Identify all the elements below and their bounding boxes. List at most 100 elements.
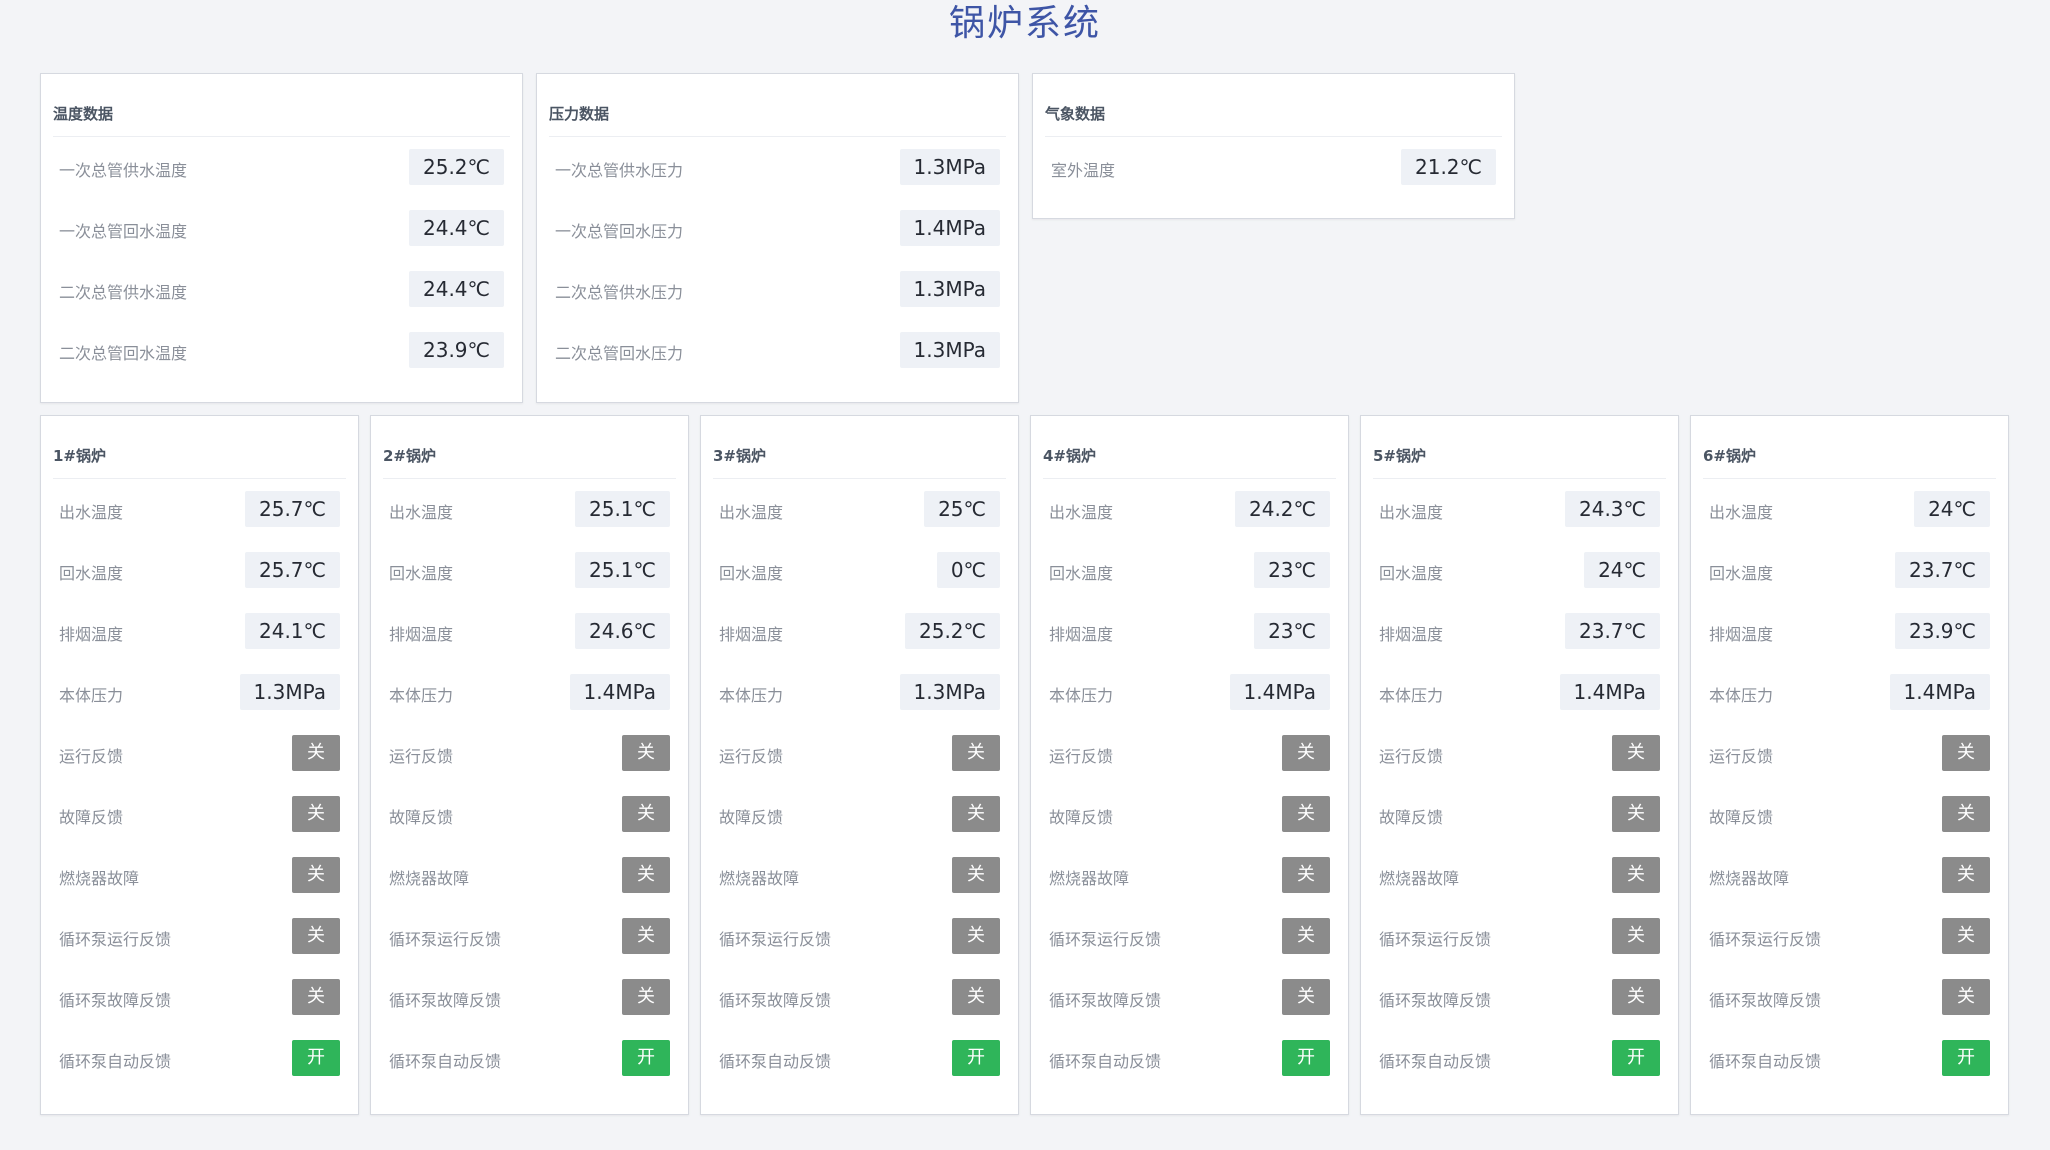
metric-row: 回水温度 25.7℃ [41,540,358,601]
value-badge: 24.4℃ [409,271,504,307]
metric-value: 1.4MPa [1889,674,1990,710]
metric-label: 本体压力 [1379,686,1444,705]
status-row: 运行反馈 关 [371,723,688,784]
status-row: 燃烧器故障 关 [1031,845,1348,906]
metric-row: 出水温度 24℃ [1691,479,2008,540]
metric-label: 排烟温度 [389,625,454,644]
status-badge: 关 [1282,979,1330,1015]
status-row: 循环泵故障反馈 关 [41,967,358,1028]
status-badge: 关 [292,857,340,893]
status-row: 循环泵自动反馈 开 [701,1028,1018,1089]
value-badge: 1.3MPa [899,149,1000,185]
metric-label: 回水温度 [1709,564,1774,583]
metric-row: 回水温度 25.1℃ [371,540,688,601]
metric-row: 出水温度 25℃ [701,479,1018,540]
status-label: 燃烧器故障 [1709,869,1790,888]
metric-row: 本体压力 1.3MPa [701,662,1018,723]
status-row: 循环泵运行反馈 关 [1691,906,2008,967]
row-label: 二次总管供水压力 [555,283,684,302]
status-badge: 关 [622,979,670,1015]
metric-value: 23.7℃ [1895,552,1990,588]
metric-row: 回水温度 24℃ [1361,540,1678,601]
status-row: 燃烧器故障 关 [371,845,688,906]
metric-value: 23.9℃ [1895,613,1990,649]
status-label: 故障反馈 [1049,808,1114,827]
status-row: 故障反馈 关 [41,784,358,845]
metric-value: 24.6℃ [575,613,670,649]
metric-value: 1.3MPa [239,674,340,710]
status-label: 循环泵运行反馈 [719,930,832,949]
metric-row: 排烟温度 24.1℃ [41,601,358,662]
row-label: 室外温度 [1051,161,1116,180]
status-badge: 关 [1942,979,1990,1015]
status-label: 运行反馈 [1379,747,1444,766]
status-row: 燃烧器故障 关 [1691,845,2008,906]
status-row: 循环泵运行反馈 关 [41,906,358,967]
row-label: 二次总管回水温度 [59,344,188,363]
panel-title: 温度数据 [53,92,510,137]
boiler-title: 4#锅炉 [1043,434,1336,479]
status-label: 故障反馈 [59,808,124,827]
row-label: 一次总管回水压力 [555,222,684,241]
boiler-title: 3#锅炉 [713,434,1006,479]
status-row: 故障反馈 关 [1031,784,1348,845]
status-badge: 关 [952,857,1000,893]
metric-row: 出水温度 25.7℃ [41,479,358,540]
metric-row: 本体压力 1.4MPa [1031,662,1348,723]
status-label: 循环泵故障反馈 [59,991,172,1010]
status-row: 循环泵运行反馈 关 [701,906,1018,967]
metric-row: 排烟温度 23.9℃ [1691,601,2008,662]
status-badge: 关 [1612,979,1660,1015]
boiler-title: 5#锅炉 [1373,434,1666,479]
status-label: 循环泵自动反馈 [59,1052,172,1071]
data-row: 室外温度 21.2℃ [1033,137,1514,198]
row-label: 一次总管供水温度 [59,161,188,180]
metric-value: 25.7℃ [245,552,340,588]
status-row: 循环泵故障反馈 关 [371,967,688,1028]
row-label: 一次总管回水温度 [59,222,188,241]
panel-title: 压力数据 [549,92,1006,137]
metric-value: 25.1℃ [575,491,670,527]
value-badge: 23.9℃ [409,332,504,368]
boiler-title: 2#锅炉 [383,434,676,479]
data-row: 二次总管供水压力 1.3MPa [537,259,1018,320]
status-label: 循环泵运行反馈 [59,930,172,949]
metric-value: 0℃ [936,552,1000,588]
status-row: 循环泵自动反馈 开 [1691,1028,2008,1089]
weather-data-panel: 气象数据 室外温度 21.2℃ [1032,73,1515,219]
metric-label: 排烟温度 [59,625,124,644]
status-label: 循环泵故障反馈 [719,991,832,1010]
metric-row: 排烟温度 23.7℃ [1361,601,1678,662]
status-row: 故障反馈 关 [371,784,688,845]
status-label: 循环泵运行反馈 [1709,930,1822,949]
metric-value: 24.3℃ [1565,491,1660,527]
metric-row: 本体压力 1.4MPa [1691,662,2008,723]
metric-label: 排烟温度 [1709,625,1774,644]
status-badge: 关 [1612,735,1660,771]
value-badge: 1.3MPa [899,332,1000,368]
metric-label: 出水温度 [1709,503,1774,522]
metric-row: 本体压力 1.4MPa [1361,662,1678,723]
status-row: 循环泵自动反馈 开 [41,1028,358,1089]
status-badge: 关 [622,857,670,893]
metric-label: 本体压力 [1049,686,1114,705]
status-row: 运行反馈 关 [1361,723,1678,784]
status-label: 循环泵运行反馈 [1379,930,1492,949]
status-label: 循环泵故障反馈 [1379,991,1492,1010]
status-row: 循环泵故障反馈 关 [1031,967,1348,1028]
panel-title: 气象数据 [1045,92,1502,137]
data-row: 一次总管供水温度 25.2℃ [41,137,522,198]
metric-value: 1.3MPa [899,674,1000,710]
value-badge: 25.2℃ [409,149,504,185]
metric-value: 23℃ [1254,552,1330,588]
status-badge: 开 [622,1040,670,1076]
data-row: 二次总管回水温度 23.9℃ [41,320,522,381]
status-row: 循环泵故障反馈 关 [1691,967,2008,1028]
metric-row: 出水温度 24.3℃ [1361,479,1678,540]
status-row: 运行反馈 关 [1031,723,1348,784]
data-row: 二次总管供水温度 24.4℃ [41,259,522,320]
boiler-title: 6#锅炉 [1703,434,1996,479]
status-label: 循环泵运行反馈 [389,930,502,949]
status-badge: 关 [1282,918,1330,954]
status-row: 运行反馈 关 [1691,723,2008,784]
